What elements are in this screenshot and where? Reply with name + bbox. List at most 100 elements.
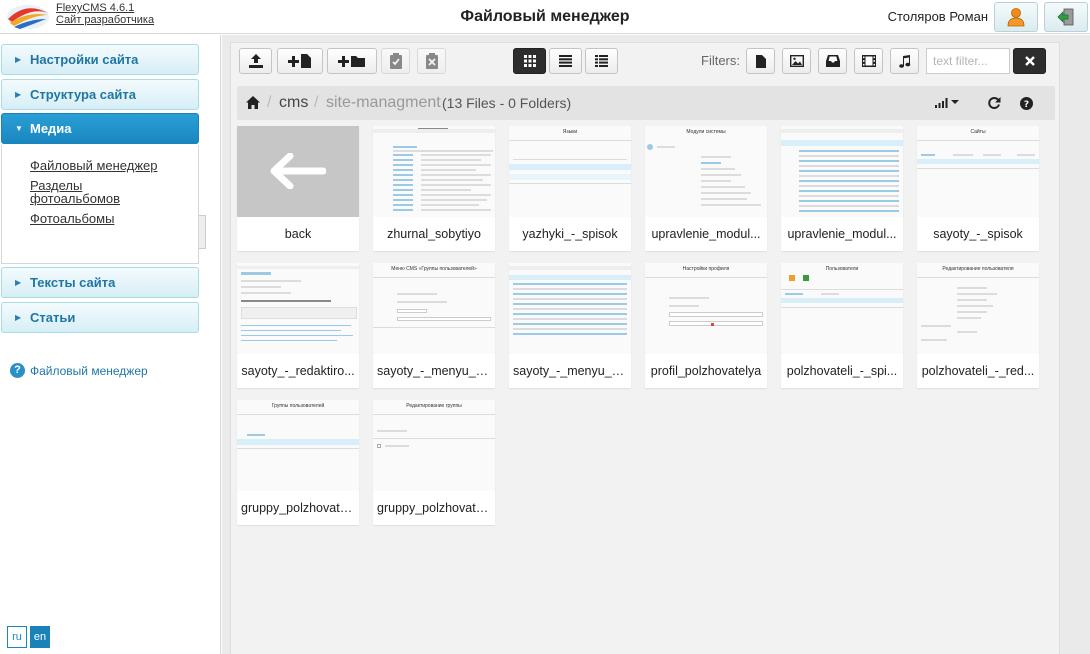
- file-tile[interactable]: sayoty_-_menyu_c...: [509, 263, 631, 388]
- file-tile-back[interactable]: back: [237, 126, 359, 251]
- file-tile[interactable]: zhurnal_sobytiyo: [373, 126, 495, 251]
- caret-right-icon: ▶: [15, 313, 22, 322]
- developer-site-link[interactable]: Сайт разработчика: [56, 14, 154, 26]
- thumbnail-title: Языки: [562, 129, 578, 135]
- breadcrumb-current: site-managment: [326, 94, 441, 111]
- help-label: Файловый менеджер: [30, 363, 148, 378]
- submenu-file-manager[interactable]: Файловый менеджер: [30, 159, 158, 172]
- app-version-link[interactable]: FlexyCMS 4.6.1: [56, 2, 154, 14]
- filter-files-button[interactable]: [746, 48, 775, 74]
- sidebar-item-articles[interactable]: ▶ Статьи: [1, 302, 199, 333]
- brand: FlexyCMS 4.6.1 Сайт разработчика: [56, 2, 154, 26]
- file-name: sayoty_-_redaktiro...: [241, 364, 355, 378]
- caret-right-icon: ▶: [15, 90, 22, 99]
- filter-archives-button[interactable]: [818, 48, 847, 74]
- thumbnail-title: Группы пользователей: [271, 403, 325, 409]
- breadcrumb-folder-cms[interactable]: cms: [279, 86, 308, 120]
- file-name: gruppy_polzhovate...: [241, 501, 358, 515]
- file-tile[interactable]: Модули системы upravlenie_modul...: [645, 126, 767, 251]
- thumbnail-title: Настройки профиля: [682, 266, 730, 272]
- thumbnail-title: Сайты: [970, 129, 986, 135]
- grid-view-button[interactable]: [513, 48, 546, 74]
- caret-right-icon: ▶: [15, 55, 22, 64]
- user-name: Столяров Роман: [887, 9, 988, 24]
- file-name: profil_polzhovatelya: [650, 364, 762, 378]
- text-filter-input[interactable]: [926, 48, 1010, 74]
- top-bar: FlexyCMS 4.6.1 Сайт разработчика Файловы…: [0, 0, 1090, 34]
- paste-button[interactable]: [381, 48, 410, 74]
- sidebar-item-label: Тексты сайта: [30, 275, 116, 290]
- file-tile[interactable]: Группы пользователей gruppy_polzhovate..…: [237, 400, 359, 525]
- file-tile[interactable]: Редактирование группы gruppy_polzhovate.…: [373, 400, 495, 525]
- back-thumbnail: [237, 126, 359, 217]
- media-submenu: Файловый менеджер Разделы фотоальбомов Ф…: [1, 145, 199, 264]
- list-view-button[interactable]: [549, 48, 582, 74]
- sidebar: ▶ Настройки сайта ▶ Структура сайта ▼ Ме…: [0, 35, 221, 654]
- file-thumbnail: [373, 126, 495, 217]
- info-button[interactable]: ?: [1017, 95, 1035, 111]
- file-tile[interactable]: sayoty_-_redaktiro...: [237, 263, 359, 388]
- sidebar-collapse-handle[interactable]: [199, 215, 206, 249]
- filter-images-button[interactable]: [782, 48, 811, 74]
- new-file-button[interactable]: [277, 48, 323, 74]
- file-thumbnail: [781, 126, 903, 217]
- refresh-icon: [988, 97, 1001, 109]
- file-thumbnail: Редактирование пользователя: [917, 263, 1039, 354]
- submenu-photo-sections-2[interactable]: фотоальбомов: [30, 192, 120, 205]
- file-name: polzhovateli_-_spi...: [786, 364, 898, 378]
- file-tile[interactable]: Меню CMS «Группы пользователей» sayoty_-…: [373, 263, 495, 388]
- new-folder-button[interactable]: [327, 48, 377, 74]
- sidebar-item-site-texts[interactable]: ▶ Тексты сайта: [1, 267, 199, 298]
- inbox-icon: [825, 55, 840, 67]
- file-name: sayoty_-_menyu_c...: [377, 364, 493, 378]
- file-name: zhurnal_sobytiyo: [387, 227, 481, 241]
- file-thumbnail: Группы пользователей: [237, 400, 359, 491]
- sort-button[interactable]: [933, 95, 961, 111]
- file-thumbnail: Сайты: [917, 126, 1039, 217]
- language-ru[interactable]: ru: [7, 626, 27, 648]
- image-icon: [789, 55, 804, 67]
- file-tile[interactable]: upravlenie_modul...: [781, 126, 903, 251]
- help-circle-icon: ?: [1019, 96, 1033, 110]
- clear-clipboard-button[interactable]: [417, 48, 446, 74]
- filters-label: Filters:: [701, 53, 740, 68]
- user-icon: [1007, 8, 1025, 27]
- file-tile[interactable]: Сайты sayoty_-_spisok: [917, 126, 1039, 251]
- file-thumbnail: Редактирование группы: [373, 400, 495, 491]
- file-tile[interactable]: Настройки профиля profil_polzhovatelya: [645, 263, 767, 388]
- file-thumbnail: [237, 263, 359, 354]
- submenu-photo-albums[interactable]: Фотоальбомы: [30, 212, 114, 225]
- sidebar-item-site-structure[interactable]: ▶ Структура сайта: [1, 79, 199, 110]
- file-thumbnail: Языки: [509, 126, 631, 217]
- sidebar-item-site-settings[interactable]: ▶ Настройки сайта: [1, 44, 199, 75]
- grid-icon: [523, 55, 536, 67]
- logout-button[interactable]: [1044, 2, 1088, 32]
- add-folder-icon: [338, 56, 365, 67]
- clear-filter-button[interactable]: [1013, 48, 1046, 74]
- close-icon: [1024, 56, 1035, 66]
- file-name: upravlenie_modul...: [651, 227, 761, 241]
- refresh-button[interactable]: [985, 95, 1003, 111]
- filter-video-button[interactable]: [854, 48, 883, 74]
- upload-button[interactable]: [239, 48, 272, 74]
- arrow-left-icon: [270, 153, 326, 189]
- file-tile[interactable]: Языки yazhyki_-_spisok: [509, 126, 631, 251]
- filter-audio-button[interactable]: [890, 48, 919, 74]
- caret-right-icon: ▶: [15, 278, 22, 287]
- logout-icon: [1057, 8, 1074, 26]
- breadcrumb-separator: /: [314, 94, 319, 111]
- sidebar-item-media[interactable]: ▼ Медиа: [1, 113, 199, 144]
- upload-icon: [248, 54, 263, 68]
- detail-view-button[interactable]: [585, 48, 618, 74]
- home-icon[interactable]: [246, 96, 260, 109]
- file-tile[interactable]: Редактирование пользователя polzhovateli…: [917, 263, 1039, 388]
- sidebar-item-label: Статьи: [30, 310, 76, 325]
- file-name: polzhovateli_-_red...: [921, 364, 1035, 378]
- thumbnail-title: Редактирование группы: [406, 403, 462, 409]
- help-link[interactable]: ? Файловый менеджер: [10, 363, 148, 378]
- profile-button[interactable]: [994, 2, 1038, 32]
- sort-bars-icon: [935, 98, 959, 108]
- file-tile[interactable]: Пользователи polzhovateli_-_spi...: [781, 263, 903, 388]
- thumbnail-title: Модули системы: [686, 129, 726, 135]
- language-en[interactable]: en: [30, 626, 50, 648]
